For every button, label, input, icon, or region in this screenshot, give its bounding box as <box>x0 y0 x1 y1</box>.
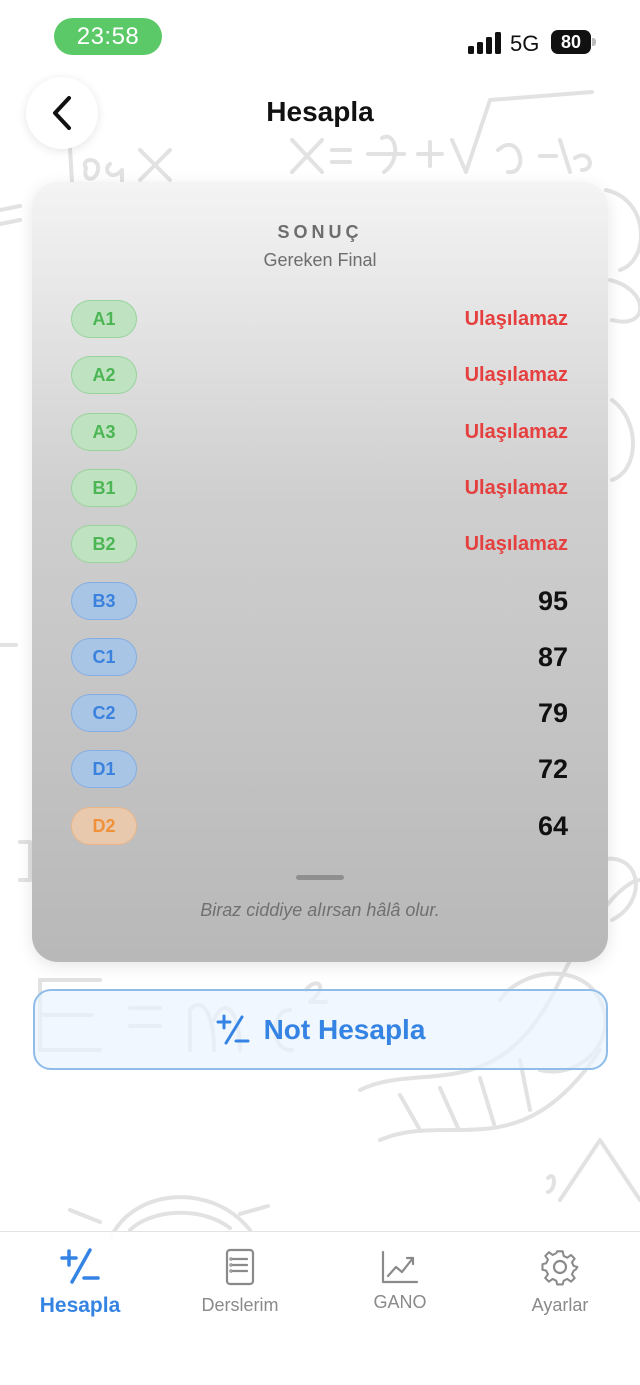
calculate-grade-button[interactable]: Not Hesapla <box>33 989 608 1070</box>
required-final-value: 72 <box>537 753 568 784</box>
tab-label: GANO <box>373 1292 427 1312</box>
required-final-value: Ulaşılamaz <box>464 532 568 555</box>
drag-handle[interactable] <box>296 875 344 880</box>
required-final-value: Ulaşılamaz <box>464 476 568 499</box>
result-label: SONUÇ <box>277 222 363 242</box>
status-time: 23:58 <box>54 18 162 55</box>
status-bar: 23:58 5G 80 <box>0 0 640 70</box>
required-final-value: 87 <box>537 641 568 672</box>
required-final-value: 64 <box>537 810 568 841</box>
required-final-value: Ulaşılamaz <box>464 420 568 443</box>
tab-bar: Hesapla Derslerim GANO Ayarlar <box>0 1231 640 1385</box>
grade-row: C1 87 <box>32 638 608 678</box>
grade-badge: C2 <box>71 694 137 732</box>
tab-hesapla[interactable]: Hesapla <box>0 1232 160 1342</box>
result-card: SONUÇ Gereken Final A1 Ulaşılamaz A2 Ulaşıl… <box>32 182 608 962</box>
grade-row: D2 64 <box>32 807 608 847</box>
grade-badge: A3 <box>71 413 137 451</box>
tab-label: Hesapla <box>39 1294 121 1317</box>
grade-row: B2 Ulaşılamaz <box>32 525 608 565</box>
tab-ayarlar[interactable]: Ayarlar <box>480 1232 640 1342</box>
tab-label: Derslerim <box>201 1295 279 1315</box>
notebook-icon <box>225 1248 255 1286</box>
plus-minus-icon <box>60 1248 100 1284</box>
battery-tip <box>592 38 596 46</box>
required-final-value: 79 <box>537 697 568 728</box>
page-title: Hesapla <box>266 96 374 127</box>
network-type: 5G <box>510 31 540 56</box>
grade-row: C2 79 <box>32 694 608 734</box>
grade-badge: B1 <box>71 469 137 507</box>
tab-derslerim[interactable]: Derslerim <box>160 1232 320 1342</box>
grade-badge: B3 <box>71 582 137 620</box>
grade-row: A3 Ulaşılamaz <box>32 413 608 453</box>
grade-badge: A1 <box>71 300 137 338</box>
battery-level: 80 <box>560 31 582 52</box>
plus-minus-icon <box>216 1014 250 1044</box>
grade-badge: A2 <box>71 356 137 394</box>
result-subtitle: Gereken Final <box>263 250 377 270</box>
battery-icon: 80 <box>551 30 591 54</box>
calculate-button-label: Not Hesapla <box>263 1013 426 1045</box>
grade-row: A2 Ulaşılamaz <box>32 356 608 396</box>
tab-gano[interactable]: GANO <box>320 1232 480 1342</box>
required-final-value: Ulaşılamaz <box>464 307 568 330</box>
grade-badge: C1 <box>71 638 137 676</box>
grade-row: B1 Ulaşılamaz <box>32 469 608 509</box>
required-final-value: 95 <box>537 585 568 616</box>
required-final-value: Ulaşılamaz <box>464 363 568 386</box>
result-note: Biraz ciddiye alırsan hâlâ olur. <box>200 900 440 920</box>
grade-row: B3 95 <box>32 582 608 622</box>
grade-badge: D2 <box>71 807 137 845</box>
tab-label: Ayarlar <box>531 1295 589 1315</box>
gear-icon <box>541 1250 579 1286</box>
grade-badge: D1 <box>71 750 137 788</box>
grade-badge: B2 <box>71 525 137 563</box>
cellular-signal-icon <box>468 32 501 54</box>
grade-row: A1 Ulaşılamaz <box>32 300 608 340</box>
trend-chart-icon <box>381 1250 419 1284</box>
grade-row: D1 72 <box>32 750 608 790</box>
